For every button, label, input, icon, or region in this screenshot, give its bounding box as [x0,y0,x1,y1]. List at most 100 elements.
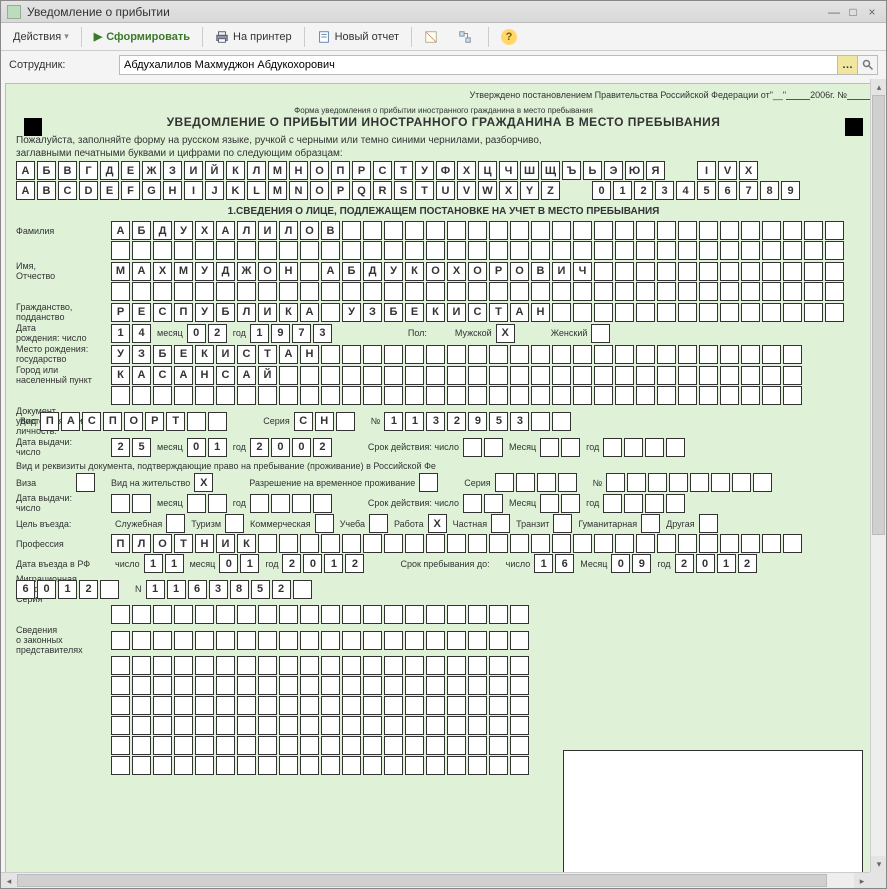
cell [195,716,214,735]
cell [321,303,340,322]
cell: Г [79,161,98,180]
cell: Б [216,303,235,322]
inline-label: Разрешение на временное проживание [249,478,415,488]
employee-input[interactable] [119,55,838,75]
minimize-button[interactable]: — [826,5,842,19]
cell: 1 [208,438,227,457]
inline-label: Месяц [509,442,536,452]
cell: 5 [489,412,508,431]
cell [132,756,151,775]
cell: Ш [520,161,539,180]
cell [300,736,319,755]
cell [293,580,312,599]
scroll-up[interactable]: ▴ [871,79,886,95]
cell [762,386,781,405]
cell: Е [405,303,424,322]
cell: 1 [240,554,259,573]
cell: 7 [739,181,758,200]
printer-button[interactable]: На принтер [209,26,298,48]
vertical-scrollbar[interactable]: ▴ ▾ [870,79,886,872]
horizontal-scrollbar[interactable]: ◂ ▸ [1,872,870,888]
employee-search[interactable] [858,55,878,75]
close-button[interactable]: × [864,5,880,19]
cell: У [195,262,214,281]
cell [342,676,361,695]
cell: К [237,534,256,553]
maximize-button[interactable]: □ [845,5,861,19]
cell [468,696,487,715]
cell: Й [205,161,224,180]
cell [804,262,823,281]
cell [195,241,214,260]
cell: 8 [760,181,779,200]
cell [315,514,334,533]
cell [615,262,634,281]
cell: У [415,161,434,180]
cell [300,631,319,650]
generate-button[interactable]: ▶Сформировать [88,26,196,48]
cell: К [195,345,214,364]
new-report-button[interactable]: Новый отчет [311,26,405,48]
cell [279,605,298,624]
cell [825,241,844,260]
cell [132,676,151,695]
cell: З [363,303,382,322]
cell: 9 [271,324,290,343]
actions-menu[interactable]: Действия▾ [7,26,75,48]
cell [552,534,571,553]
cell: К [226,161,245,180]
cell: Д [100,161,119,180]
cell [174,756,193,775]
cell: И [184,161,203,180]
cell [804,282,823,301]
cell [573,534,592,553]
cell: L [247,181,266,200]
cell: Е [121,161,140,180]
tool-icon-2[interactable] [452,26,482,48]
cell [552,345,571,364]
cell: X [428,514,447,533]
inline-label: Срок действия: число [368,498,459,508]
scroll-right[interactable]: ▸ [854,873,870,888]
employee-picker[interactable]: … [838,55,858,75]
cell [132,605,151,624]
inline-label: Месяц [509,498,536,508]
sample-row-ru: АБВГДЕЖЗИЙКЛМНОПРСТУФХЦЧШЩЪЬЭЮЯIVX [16,161,871,180]
cell [405,221,424,240]
cell [468,241,487,260]
cell [258,386,277,405]
form-row: ВизаВид на жительствоXРазрешение на врем… [16,473,871,492]
employee-label: Сотрудник: [9,59,109,71]
cell: С [468,303,487,322]
cell: О [510,262,529,281]
cell [510,631,529,650]
scroll-thumb-h[interactable] [17,874,827,887]
cell: У [384,262,403,281]
help-button[interactable]: ? [495,26,523,48]
cell [250,494,269,513]
cell [531,386,550,405]
cell [489,386,508,405]
cell [783,221,802,240]
scroll-thumb-v[interactable] [872,95,885,535]
residence-doc-title: Вид и реквизиты документа, подтверждающи… [16,461,871,471]
cell [237,241,256,260]
tool-icon-1[interactable] [418,26,448,48]
scroll-down[interactable]: ▾ [871,856,886,872]
cell [153,241,172,260]
app-icon [7,5,21,19]
cell [489,366,508,385]
cell [804,241,823,260]
form-row [16,386,871,405]
cell [489,345,508,364]
cell [342,534,361,553]
cell [279,282,298,301]
form-title: УВЕДОМЛЕНИЕ О ПРИБЫТИИ ИНОСТРАННОГО ГРАЖ… [16,115,871,129]
cell [321,282,340,301]
cell [342,631,361,650]
cell [216,716,235,735]
cell [510,534,529,553]
scroll-left[interactable]: ◂ [1,873,17,888]
cell [208,494,227,513]
cell [783,386,802,405]
